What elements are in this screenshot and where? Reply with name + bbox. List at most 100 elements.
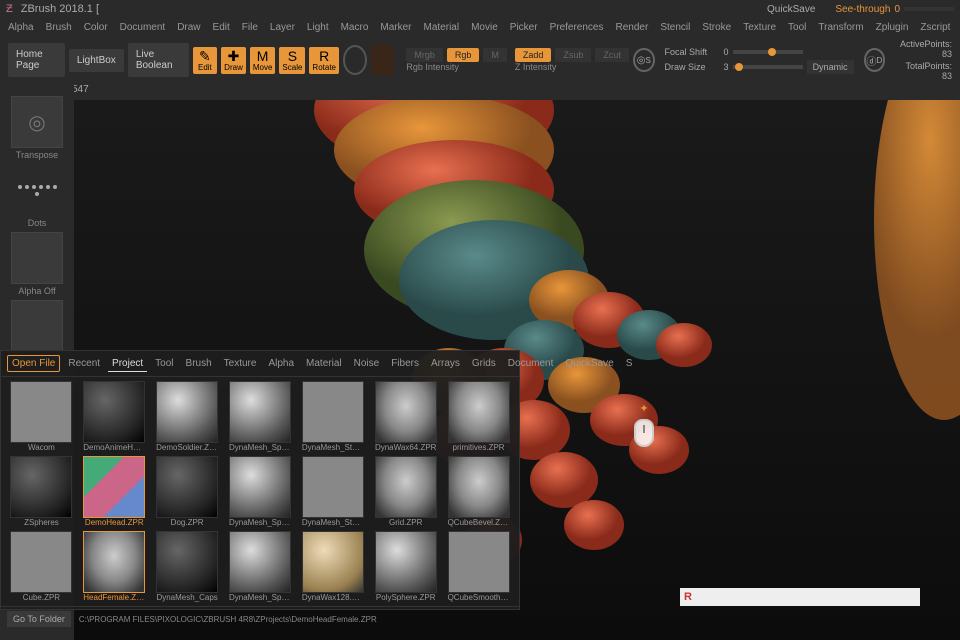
mrgb-button[interactable]: Mrgb <box>406 48 443 62</box>
menu-item[interactable]: Zplugin <box>876 22 909 33</box>
menu-item[interactable]: Stencil <box>660 22 690 33</box>
alpha-slot[interactable]: Alpha Off <box>7 232 67 296</box>
draw-size-label: Draw Size <box>665 62 720 72</box>
focal-shift-slider[interactable] <box>733 50 803 54</box>
lb-tab[interactable]: Texture <box>220 356 261 371</box>
lb-item[interactable]: DynaMesh_Stone <box>298 456 367 527</box>
lb-item[interactable]: DemoAnimeHead <box>80 381 149 452</box>
goto-folder-button[interactable]: Go To Folder <box>7 611 71 627</box>
total-points: TotalPoints: 83 <box>895 61 952 81</box>
lb-item[interactable]: Wacom <box>7 381 76 452</box>
menu-item[interactable]: Macro <box>341 22 369 33</box>
lb-tab[interactable]: Noise <box>350 356 384 371</box>
lb-tab[interactable]: Alpha <box>264 356 298 371</box>
lb-tab[interactable]: Tool <box>151 356 177 371</box>
lb-item[interactable]: primitives.ZPR <box>444 381 513 452</box>
draw-size-value: 3 <box>724 62 729 72</box>
menu-item[interactable]: Preferences <box>550 22 604 33</box>
lb-tab[interactable]: QuickSave <box>561 356 617 371</box>
menu-item[interactable]: Layer <box>270 22 295 33</box>
dots-slot[interactable]: Dots <box>7 164 67 228</box>
hint-overlay: ✦ <box>634 402 654 447</box>
scale-mode-button[interactable]: SScale <box>279 47 305 74</box>
menu-item[interactable]: Document <box>120 22 166 33</box>
move-icon: M <box>253 49 273 63</box>
lb-item[interactable]: DynaMesh_Stone <box>298 381 367 452</box>
seethrough-slider[interactable] <box>904 7 954 11</box>
menu-item[interactable]: Alpha <box>8 22 34 33</box>
command-input[interactable]: R <box>680 588 920 606</box>
lb-item[interactable]: DynaWax128.ZPR <box>298 531 367 602</box>
menu-item[interactable]: Transform <box>818 22 863 33</box>
brush-ring[interactable] <box>343 45 367 75</box>
lb-item[interactable]: QCubeSmooth.ZPR <box>444 531 513 602</box>
live-boolean-button[interactable]: Live Boolean <box>128 43 189 77</box>
rgb-button[interactable]: Rgb <box>447 48 480 62</box>
focal-icon[interactable]: ◎S <box>633 48 655 72</box>
draw-icon-ring[interactable]: ⓓD <box>864 48 886 72</box>
menu-item[interactable]: Marker <box>380 22 411 33</box>
rotate-mode-button[interactable]: RRotate <box>309 47 339 74</box>
menu-item[interactable]: File <box>242 22 258 33</box>
seethrough-label: See-through <box>835 4 890 15</box>
lb-tab[interactable]: Material <box>302 356 346 371</box>
lb-item[interactable]: Grid.ZPR <box>371 456 440 527</box>
lb-tab-project[interactable]: Project <box>108 356 147 372</box>
menu-item[interactable]: Brush <box>46 22 72 33</box>
menu-item[interactable]: Light <box>307 22 329 33</box>
lb-item[interactable]: ZSpheres <box>7 456 76 527</box>
lb-item[interactable]: DemoSoldier.ZPR <box>153 381 222 452</box>
menu-item[interactable]: Render <box>616 22 649 33</box>
lb-tab[interactable]: Grids <box>468 356 500 371</box>
lb-item[interactable]: Cube.ZPR <box>7 531 76 602</box>
menu-item[interactable]: Texture <box>743 22 776 33</box>
lb-tab[interactable]: Fibers <box>387 356 423 371</box>
m-button[interactable]: M <box>483 48 507 62</box>
lightbox-panel: Open File Recent Project Tool Brush Text… <box>0 350 520 610</box>
menu-item[interactable]: Color <box>84 22 108 33</box>
lb-item[interactable]: DynaMesh_Sphere <box>226 531 295 602</box>
menu-item[interactable]: Movie <box>471 22 498 33</box>
lb-tab-openfile[interactable]: Open File <box>7 355 60 372</box>
lb-item[interactable]: DynaMesh_Sphere <box>226 456 295 527</box>
command-field[interactable] <box>696 588 920 606</box>
lightbox-button[interactable]: LightBox <box>69 49 124 72</box>
menu-item[interactable]: Edit <box>213 22 230 33</box>
dynamic-toggle[interactable]: Dynamic <box>807 60 854 74</box>
zsub-button[interactable]: Zsub <box>555 48 591 62</box>
mouse-icon <box>634 419 654 447</box>
transpose-slot[interactable]: ◎ Transpose <box>7 96 67 160</box>
move-mode-button[interactable]: MMove <box>250 47 276 74</box>
z-intensity-label: Z Intensity <box>515 62 557 72</box>
lb-tab[interactable]: Brush <box>182 356 216 371</box>
lb-item[interactable]: PolySphere.ZPR <box>371 531 440 602</box>
draw-mode-button[interactable]: ✚Draw <box>221 47 246 74</box>
command-prefix: R <box>680 591 696 603</box>
menu-item[interactable]: Material <box>424 22 460 33</box>
menu-item[interactable]: Zscript <box>920 22 950 33</box>
lb-item[interactable]: DynaMesh_Sphere <box>226 381 295 452</box>
lb-tab[interactable]: Document <box>504 356 558 371</box>
lb-item[interactable]: HeadFemale.ZPR <box>80 531 149 602</box>
menu-item[interactable]: Stroke <box>702 22 731 33</box>
lb-item[interactable]: QCubeBevel.ZPR <box>444 456 513 527</box>
transpose-icon: ◎ <box>28 110 45 135</box>
zadd-button[interactable]: Zadd <box>515 48 552 62</box>
lb-item[interactable]: DynaMesh_Caps <box>153 531 222 602</box>
color-swatch[interactable] <box>371 45 394 75</box>
lb-item[interactable]: Dog.ZPR <box>153 456 222 527</box>
home-button[interactable]: Home Page <box>8 43 65 77</box>
lb-tab[interactable]: Recent <box>64 356 104 371</box>
lb-item[interactable]: DemoHead.ZPR <box>80 456 149 527</box>
zcut-button[interactable]: Zcut <box>595 48 629 62</box>
lb-tab[interactable]: Arrays <box>427 356 464 371</box>
menu-item[interactable]: Picker <box>510 22 538 33</box>
lb-item[interactable]: DynaWax64.ZPR <box>371 381 440 452</box>
edit-mode-button[interactable]: ✎Edit <box>193 47 218 74</box>
menu-item[interactable]: Draw <box>177 22 200 33</box>
menu-item[interactable]: Tool <box>788 22 806 33</box>
draw-size-slider[interactable] <box>733 65 803 69</box>
draw-icon: ✚ <box>224 49 243 63</box>
quicksave-button[interactable]: QuickSave <box>767 4 815 15</box>
lb-tab[interactable]: S <box>622 356 637 371</box>
